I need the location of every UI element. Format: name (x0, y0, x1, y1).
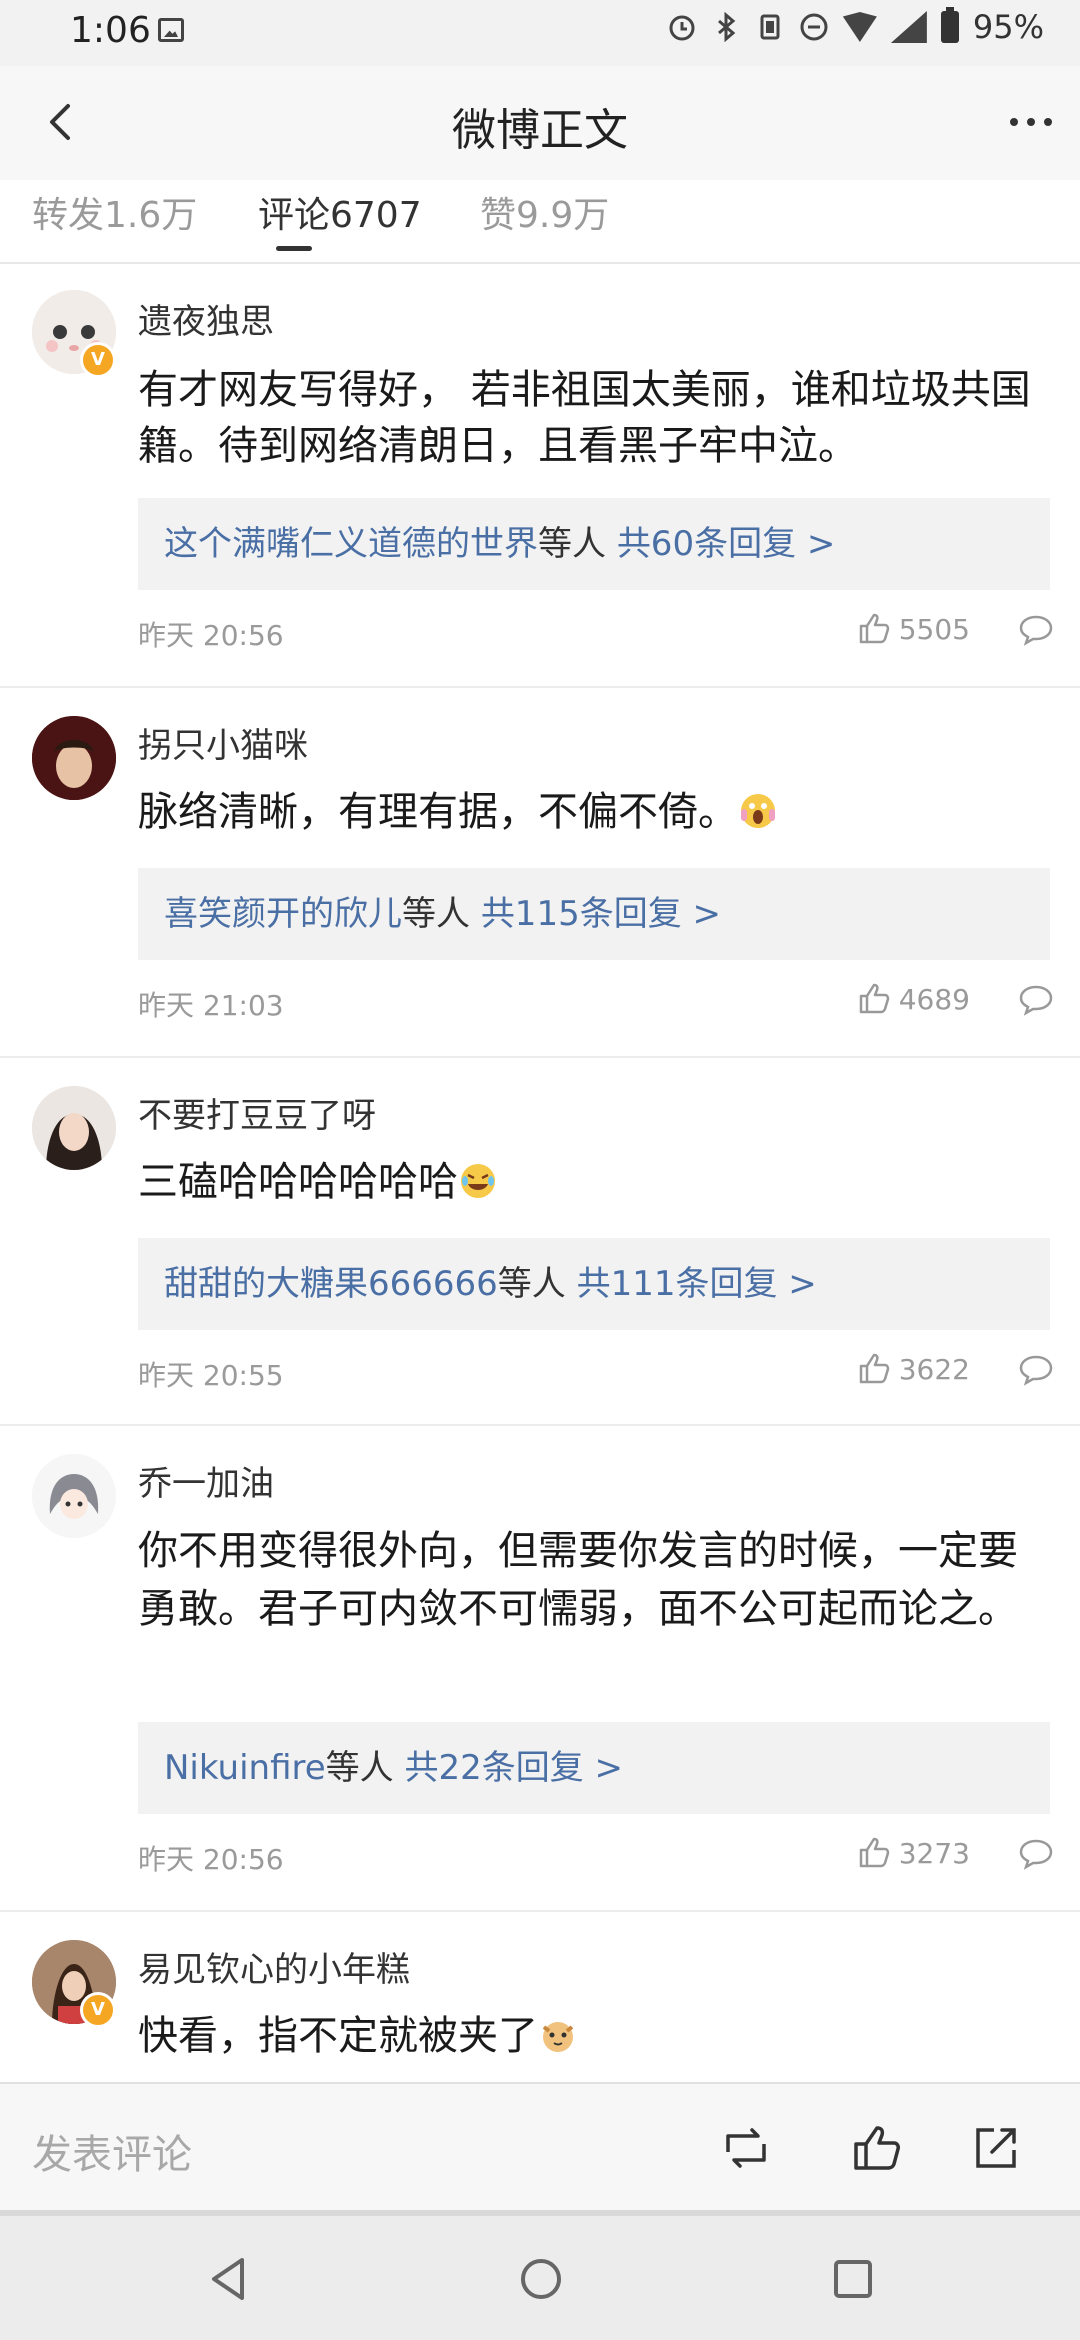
more-options-icon[interactable] (1010, 118, 1052, 126)
comment-text: 有才网友写得好， 若非祖国太美丽，谁和垃圾共国籍。待到网络清朗日，且看黑子牢中泣… (138, 367, 1031, 469)
comment-username[interactable]: 乔一加油 (138, 1456, 274, 1505)
reply-count-link[interactable]: 共111条回复 > (577, 1264, 817, 1304)
thumbs-up-icon (859, 983, 889, 1014)
like-count: 5505 (898, 612, 970, 646)
share-icon[interactable] (968, 2120, 1024, 2176)
thumbs-up-icon (859, 1837, 889, 1868)
signal-icon (890, 11, 927, 43)
comment-time: 昨天 20:56 (138, 619, 284, 652)
like-count: 3622 (898, 1352, 970, 1386)
nav-recents-icon[interactable] (826, 2252, 880, 2306)
reply-bubble-icon[interactable] (1018, 614, 1054, 646)
comment-input[interactable]: 发表评论 (32, 2122, 192, 2180)
comment-username[interactable]: 遗夜独思 (138, 294, 274, 343)
like-button[interactable]: 5505 (857, 612, 970, 646)
comment-text: 快看，指不定就被夹了 (138, 2008, 1038, 2064)
avatar[interactable] (32, 716, 116, 800)
scream-emoji-icon (741, 794, 775, 828)
reply-summary[interactable]: 这个满嘴仁义道德的世界等人 共60条回复 > (138, 498, 1050, 590)
laugh-cry-emoji-icon (461, 1164, 495, 1198)
comment-username[interactable]: 易见钦心的小年糕 (138, 1942, 410, 1991)
comment-item: 不要打豆豆了呀 三磕哈哈哈哈哈哈 甜甜的大糖果666666等人 共111条回复 … (0, 1058, 1080, 1426)
comment-text: 你不用变得很外向，但需要你发言的时候，一定要勇敢。君子可内敛不可懦弱，面不公可起… (138, 1528, 1018, 1632)
alarm-icon (669, 15, 695, 41)
reply-summary[interactable]: 甜甜的大糖果666666等人 共111条回复 > (138, 1238, 1050, 1330)
comment-username[interactable]: 拐只小猫咪 (138, 718, 308, 767)
bluetooth-icon (717, 12, 736, 42)
battery-percent: 95% (972, 8, 1044, 46)
reply-count-link[interactable]: 共60条回复 > (617, 524, 836, 564)
thumbs-up-icon (859, 613, 889, 644)
thumbs-up-icon (859, 1353, 889, 1384)
status-icons: 95% (667, 7, 1044, 46)
comment-item: 拐只小猫咪 脉络清晰，有理有据，不偏不倚。 喜笑颜开的欣儿等人 共115条回复 … (0, 688, 1080, 1058)
avatar[interactable] (32, 1454, 116, 1538)
verified-badge-icon: V (80, 342, 116, 378)
reply-count-link[interactable]: 共115条回复 > (481, 894, 721, 934)
status-bar: 1:06 95% (0, 0, 1080, 66)
comment-time: 昨天 20:55 (138, 1359, 284, 1392)
like-count: 4689 (898, 982, 970, 1016)
nav-back-icon[interactable] (202, 2252, 256, 2306)
header: 微博正文 (0, 66, 1080, 181)
comment-username[interactable]: 不要打豆豆了呀 (138, 1088, 376, 1137)
repost-icon[interactable] (718, 2120, 774, 2176)
wifi-icon (842, 12, 877, 42)
reply-user-link[interactable]: 甜甜的大糖果666666 (164, 1264, 498, 1304)
comment-time: 昨天 21:03 (138, 989, 284, 1022)
comment-text: 脉络清晰，有理有据，不偏不倚。 (138, 784, 1038, 840)
system-nav-bar (0, 2210, 1080, 2340)
comment-item: V 易见钦心的小年糕 快看，指不定就被夹了 (0, 1912, 1080, 2082)
reply-user-link[interactable]: 喜笑颜开的欣儿 (164, 894, 402, 934)
reply-user-link[interactable]: 这个满嘴仁义道德的世界 (164, 524, 538, 564)
comment-time: 昨天 20:56 (138, 1843, 284, 1876)
verified-badge-icon: V (80, 1992, 116, 2028)
reply-summary[interactable]: 喜笑颜开的欣儿等人 共115条回复 > (138, 868, 1050, 960)
avatar[interactable] (32, 1086, 116, 1170)
comment-text: 三磕哈哈哈哈哈哈 (138, 1154, 1038, 1210)
active-tab-indicator (276, 246, 312, 251)
reply-bubble-icon[interactable] (1018, 1354, 1054, 1386)
comment-item: 乔一加油 你不用变得很外向，但需要你发言的时候，一定要勇敢。君子可内敛不可懦弱，… (0, 1426, 1080, 1912)
like-icon[interactable] (848, 2120, 904, 2176)
tab-comments[interactable]: 评论6707 (258, 186, 422, 238)
like-button[interactable]: 4689 (857, 982, 970, 1016)
nav-home-icon[interactable] (514, 2252, 568, 2306)
reply-bubble-icon[interactable] (1018, 1838, 1054, 1870)
action-bar: 发表评论 (0, 2082, 1080, 2212)
tab-likes[interactable]: 赞9.9万 (480, 186, 609, 238)
like-button[interactable]: 3622 (857, 1352, 970, 1386)
comment-item: V 遗夜独思 有才网友写得好， 若非祖国太美丽，谁和垃圾共国籍。待到网络清朗日，… (0, 264, 1080, 688)
vibrate-icon (760, 14, 780, 40)
reply-user-link[interactable]: Nikuinfire (164, 1748, 326, 1788)
battery-icon (940, 7, 959, 43)
like-button[interactable]: 3273 (857, 1836, 970, 1870)
like-count: 3273 (898, 1836, 970, 1870)
tab-reposts[interactable]: 转发1.6万 (32, 186, 197, 238)
status-time: 1:06 (70, 10, 151, 51)
reply-bubble-icon[interactable] (1018, 984, 1054, 1016)
reply-count-link[interactable]: 共22条回复 > (404, 1748, 623, 1788)
gallery-notification-icon (158, 18, 184, 42)
do-not-disturb-icon (800, 13, 828, 41)
page-title: 微博正文 (452, 105, 628, 156)
cat-emoji-icon (542, 2022, 574, 2052)
tab-bar: 转发1.6万 评论6707 赞9.9万 (0, 180, 1080, 264)
reply-summary[interactable]: Nikuinfire等人 共22条回复 > (138, 1722, 1050, 1814)
